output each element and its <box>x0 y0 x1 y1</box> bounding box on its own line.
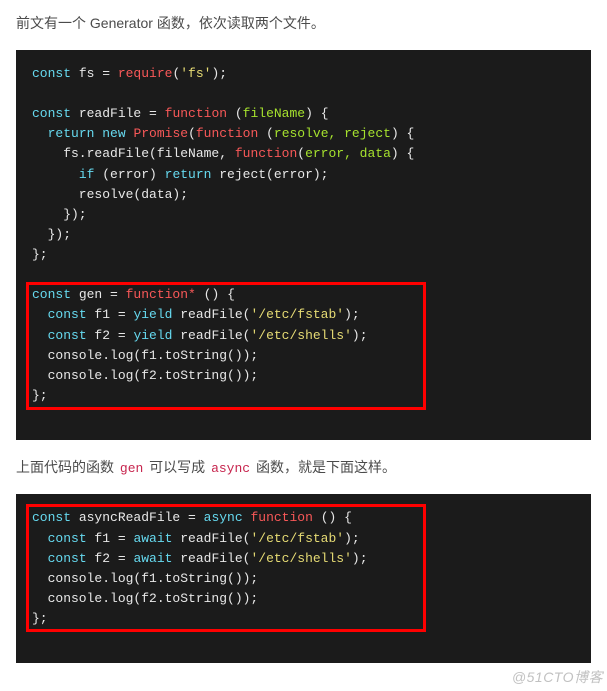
code-token <box>32 307 48 322</box>
code-token: readFile = <box>71 106 165 121</box>
code-token <box>32 328 48 343</box>
code-token: fileName <box>243 106 305 121</box>
code-token: ( <box>227 106 243 121</box>
code-token: console.log(f2.toString()); <box>32 591 258 606</box>
code-token: readFile( <box>172 531 250 546</box>
code-token: ( <box>188 126 196 141</box>
code-token: function <box>165 106 227 121</box>
code-token: ); <box>352 328 368 343</box>
code-token: ); <box>352 551 368 566</box>
code-token: f2 = <box>87 551 134 566</box>
code-token <box>32 531 48 546</box>
code-block-async: const asyncReadFile = async function () … <box>16 494 591 663</box>
code-token: '/etc/shells' <box>250 551 351 566</box>
code-token: error, data <box>305 146 391 161</box>
code-token: const <box>48 551 87 566</box>
inline-code-gen: gen <box>118 461 145 476</box>
code-token: asyncReadFile = <box>71 510 204 525</box>
code-token <box>32 126 48 141</box>
code-token <box>32 167 79 182</box>
code-token: fs = <box>71 66 118 81</box>
code-token: yield <box>133 328 172 343</box>
code-token: const <box>48 328 87 343</box>
code-token: f2 = <box>87 328 134 343</box>
code-token: '/etc/shells' <box>250 328 351 343</box>
code-token: fs.readFile(fileName, <box>32 146 235 161</box>
paragraph-intro: 前文有一个 Generator 函数，依次读取两个文件。 <box>16 12 591 36</box>
code-token: }; <box>32 388 48 403</box>
code-token: function <box>126 287 188 302</box>
code-token: yield <box>133 307 172 322</box>
code-token: readFile( <box>172 551 250 566</box>
code-token <box>32 551 48 566</box>
code-token: '/etc/fstab' <box>250 307 344 322</box>
code-token: if <box>79 167 95 182</box>
watermark-text: @51CTO博客 <box>512 666 603 690</box>
code-token: console.log(f2.toString()); <box>32 368 258 383</box>
code-token: new <box>102 126 125 141</box>
code-token: return <box>165 167 212 182</box>
code-token: const <box>32 106 71 121</box>
code-token: ); <box>344 307 360 322</box>
code-token: }; <box>32 611 48 626</box>
inline-code-async: async <box>209 461 252 476</box>
code-token: ( <box>258 126 274 141</box>
code-token: await <box>133 551 172 566</box>
code-token: const <box>32 287 71 302</box>
code-token: resolve(data); <box>32 187 188 202</box>
code-token: function <box>250 510 312 525</box>
text-run: 上面代码的函数 <box>16 459 118 475</box>
code-token: * <box>188 287 196 302</box>
code-token: 'fs' <box>180 66 211 81</box>
code-token: return <box>48 126 95 141</box>
code-token: ); <box>344 531 360 546</box>
code-token: readFile( <box>172 328 250 343</box>
paragraph-middle: 上面代码的函数 gen 可以写成 async 函数，就是下面这样。 <box>16 456 591 480</box>
code-token: ( <box>297 146 305 161</box>
code-token: await <box>133 531 172 546</box>
code-token: reject(error); <box>211 167 328 182</box>
code-token: }; <box>32 247 48 262</box>
code-token: require <box>118 66 173 81</box>
code-token: const <box>48 531 87 546</box>
code-token: ) { <box>391 126 414 141</box>
code-token: console.log(f1.toString()); <box>32 571 258 586</box>
code-token: Promise <box>133 126 188 141</box>
code-token: gen = <box>71 287 126 302</box>
code-token: }); <box>32 227 71 242</box>
code-token: () { <box>313 510 352 525</box>
code-token: resolve, reject <box>274 126 391 141</box>
code-block-generator: const fs = require ( 'fs'); const readFile… <box>16 50 591 441</box>
code-token: const <box>48 307 87 322</box>
code-token: const <box>32 510 71 525</box>
code-token: console.log(f1.toString()); <box>32 348 258 363</box>
code-token: (error) <box>94 167 164 182</box>
code-token: }); <box>32 207 87 222</box>
code-token: function <box>235 146 297 161</box>
code-token: const <box>32 66 71 81</box>
code-token: f1 = <box>87 531 134 546</box>
text-run: 可以写成 <box>145 459 209 475</box>
text-run: 函数，就是下面这样。 <box>252 459 396 475</box>
code-token: async <box>204 510 243 525</box>
code-token: f1 = <box>87 307 134 322</box>
code-token: ); <box>211 66 227 81</box>
code-token: function <box>196 126 258 141</box>
code-token: () { <box>196 287 235 302</box>
code-token: readFile( <box>172 307 250 322</box>
code-token: ) { <box>305 106 328 121</box>
code-token: ) { <box>391 146 414 161</box>
code-token: '/etc/fstab' <box>250 531 344 546</box>
